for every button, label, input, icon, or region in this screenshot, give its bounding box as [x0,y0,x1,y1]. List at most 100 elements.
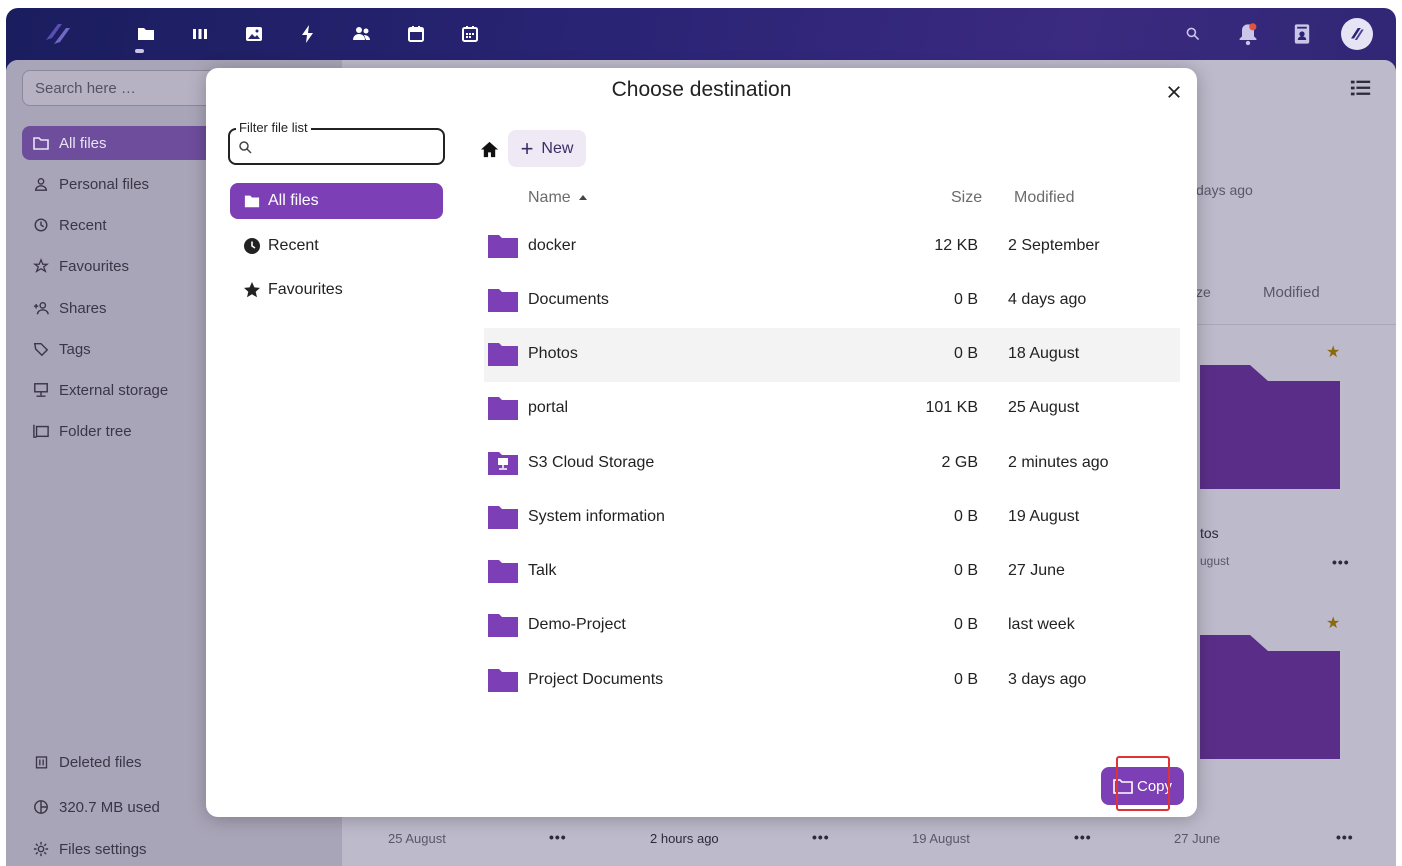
folder-icon [488,235,518,258]
bg-folder-icon [1200,365,1340,489]
star-icon [243,281,261,299]
file-size: 2 GB [941,454,978,471]
active-app-indicator [135,49,144,53]
close-icon[interactable] [1162,80,1186,104]
folder-icon [488,560,518,583]
file-size: 0 B [953,291,978,308]
share-icon [32,299,50,317]
file-modified: 4 days ago [1008,291,1087,308]
contacts-icon[interactable] [350,22,374,46]
person-icon [32,175,50,193]
filter-label: Filter file list [236,120,311,135]
file-name: Documents [528,291,609,308]
sidebar-item-label: Shares [59,299,107,317]
star-icon[interactable]: ★ [1326,342,1340,362]
folder-icon [243,192,261,210]
file-name: S3 Cloud Storage [528,454,655,471]
file-size: 0 B [953,671,978,688]
file-modified: 2 September [1008,237,1100,254]
deck-icon[interactable] [188,22,212,46]
contacts-menu-icon[interactable] [1290,22,1314,46]
activity-icon[interactable] [296,22,320,46]
file-modified: 2 minutes ago [1008,454,1109,471]
dialog-nav-label: All files [268,192,319,209]
trash-icon [32,753,50,771]
sidebar-item-label: Tags [59,340,91,358]
dialog-nav-all-files[interactable]: All files [230,183,443,219]
folder-icon [488,506,518,529]
sidebar-item-label: Files settings [59,840,147,858]
file-name: Demo-Project [528,616,626,633]
list-view-icon[interactable] [1350,78,1374,98]
new-button-label: New [541,139,574,157]
external-storage-icon [32,381,50,399]
bg-size-col: ze [1196,284,1211,300]
search-icon [239,141,252,154]
calendar-icon[interactable] [404,22,428,46]
bg-folder-icon [1200,635,1340,759]
dialog-nav-recent[interactable]: Recent [230,228,443,264]
file-row[interactable]: System information 0 B 19 August [484,491,1180,545]
dialog-nav-label: Favourites [268,281,343,298]
file-row[interactable]: Documents 0 B 4 days ago [484,274,1180,328]
more-actions-icon[interactable]: ••• [549,829,567,845]
folder-icon [32,134,50,152]
file-name: docker [528,237,577,254]
folder-tree-icon [32,422,50,440]
star-icon[interactable]: ★ [1326,613,1340,633]
sidebar-item-label: Recent [59,216,107,234]
sort-ascending-icon [578,195,587,201]
more-actions-icon[interactable]: ••• [1074,829,1092,845]
search-icon[interactable] [1181,22,1205,46]
file-size: 101 KB [925,399,978,416]
folder-icon [488,614,518,637]
filter-input[interactable] [258,134,438,160]
file-name: System information [528,508,665,525]
gear-icon [32,840,50,858]
file-name: Photos [528,345,578,362]
file-modified: last week [1008,616,1075,633]
sidebar-item-label: Favourites [59,257,130,275]
file-row[interactable]: Photos 0 B 18 August [484,328,1180,382]
file-modified: 3 days ago [1008,671,1087,688]
file-name: Project Documents [528,671,664,688]
file-modified: 19 August [1008,508,1080,525]
folder-icon [488,343,518,366]
file-row[interactable]: S3 Cloud Storage 2 GB 2 minutes ago [484,437,1180,491]
star-outline-icon [32,257,50,275]
sidebar-item-label: Deleted files [59,753,142,771]
bg-date: 27 June [1174,831,1221,846]
file-size: 0 B [953,616,978,633]
home-icon[interactable] [478,138,500,160]
more-actions-icon[interactable]: ••• [812,829,830,845]
app-logo-icon[interactable] [40,20,74,48]
sidebar-item-label: Folder tree [59,422,132,440]
history-icon [32,216,50,234]
top-header [6,8,1396,60]
column-header-name[interactable]: Name [528,189,587,207]
more-actions-icon[interactable]: ••• [1336,829,1354,845]
folder-icon [488,669,518,692]
file-row[interactable]: portal 101 KB 25 August [484,382,1180,436]
sidebar-item-label: Personal files [59,175,150,193]
file-row[interactable]: Talk 0 B 27 June [484,545,1180,599]
sidebar-files-settings[interactable]: Files settings [22,832,322,866]
notifications-icon[interactable] [1236,22,1260,46]
column-header-size[interactable]: Size [951,189,982,207]
file-size: 0 B [953,562,978,579]
copy-button[interactable]: Copy [1101,767,1184,805]
photos-icon[interactable] [242,22,266,46]
file-row[interactable]: docker 12 KB 2 September [484,220,1180,274]
dialog-nav-favourites[interactable]: Favourites [230,272,443,308]
file-row[interactable]: Project Documents 0 B 3 days ago [484,654,1180,708]
file-modified: 27 June [1008,562,1065,579]
column-header-modified[interactable]: Modified [1014,189,1074,207]
calendar-grid-icon[interactable] [458,22,482,46]
bg-photos-name: tos [1200,525,1219,541]
new-button[interactable]: + New [508,130,586,167]
bg-date: 19 August [912,831,970,846]
user-avatar[interactable] [1341,18,1373,50]
more-actions-icon[interactable]: ••• [1332,554,1350,570]
file-row[interactable]: Demo-Project 0 B last week [484,599,1180,653]
files-icon[interactable] [134,22,158,46]
